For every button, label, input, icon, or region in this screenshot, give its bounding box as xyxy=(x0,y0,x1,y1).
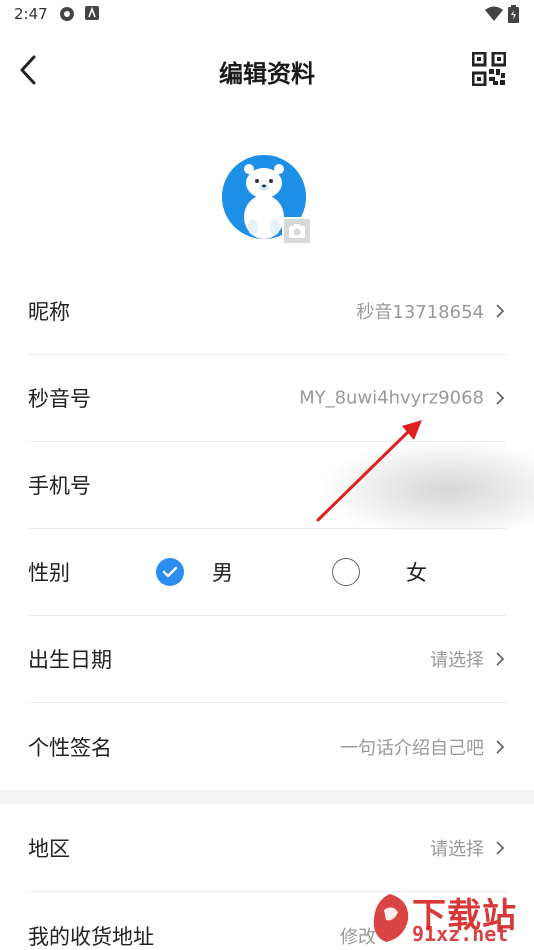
male-label: 男 xyxy=(212,561,233,585)
annotation-arrow-icon xyxy=(316,420,422,522)
nickname-value: 秒音13718654 xyxy=(356,302,484,323)
miaoyin-id-label: 秒音号 xyxy=(28,387,91,411)
status-bar: 2:47 xyxy=(0,0,534,28)
watermark-logo: 下载站 91xz.net xyxy=(368,888,528,948)
address-label: 我的收货地址 xyxy=(28,925,154,949)
row-birthday[interactable]: 出生日期 请选择 xyxy=(28,616,506,703)
gender-male-option[interactable]: 男 xyxy=(156,557,233,587)
male-radio[interactable] xyxy=(156,558,184,586)
section-divider xyxy=(0,790,534,804)
phone-label: 手机号 xyxy=(28,474,91,498)
chevron-right-icon xyxy=(496,841,505,855)
gender-female-option[interactable]: 女 xyxy=(332,557,427,587)
miaoyin-id-value: MY_8uwi4hvyrz9068 xyxy=(299,387,484,409)
watermark-badge-icon xyxy=(373,894,409,942)
row-signature[interactable]: 个性签名 一句话介绍自己吧 xyxy=(28,703,506,790)
row-gender: 性别 男 女 xyxy=(28,529,506,616)
birthday-value: 请选择 xyxy=(430,650,484,671)
female-radio[interactable] xyxy=(332,558,360,586)
chevron-right-icon xyxy=(496,739,505,754)
wifi-icon xyxy=(484,5,504,27)
nickname-label: 昵称 xyxy=(28,300,70,324)
camera-icon xyxy=(289,224,305,238)
avatar-button[interactable] xyxy=(222,155,312,245)
signature-value: 一句话介绍自己吧 xyxy=(340,737,484,759)
female-label: 女 xyxy=(406,561,427,585)
chevron-right-icon xyxy=(496,652,505,666)
battery-icon xyxy=(508,5,519,27)
qr-code-button[interactable] xyxy=(471,51,508,88)
check-icon xyxy=(162,566,178,578)
app-status-icon xyxy=(84,5,100,25)
row-nickname[interactable]: 昵称 秒音13718654 xyxy=(28,268,506,355)
region-value: 请选择 xyxy=(430,839,484,860)
status-time: 2:47 xyxy=(14,5,48,23)
chevron-right-icon xyxy=(496,304,505,318)
camera-badge[interactable] xyxy=(282,217,312,245)
qr-code-icon xyxy=(471,51,507,87)
page-title: 编辑资料 xyxy=(219,60,315,88)
region-label: 地区 xyxy=(28,837,70,861)
settings-status-icon xyxy=(58,5,76,27)
row-miaoyin-id[interactable]: 秒音号 MY_8uwi4hvyrz9068 xyxy=(28,355,506,442)
birthday-label: 出生日期 xyxy=(28,648,112,672)
watermark-url: 91xz.net xyxy=(412,922,509,946)
nav-bar: 编辑资料 xyxy=(0,40,534,100)
chevron-right-icon xyxy=(496,391,505,405)
signature-label: 个性签名 xyxy=(28,735,112,760)
gender-label: 性别 xyxy=(28,561,70,585)
row-region[interactable]: 地区 请选择 xyxy=(28,805,506,892)
